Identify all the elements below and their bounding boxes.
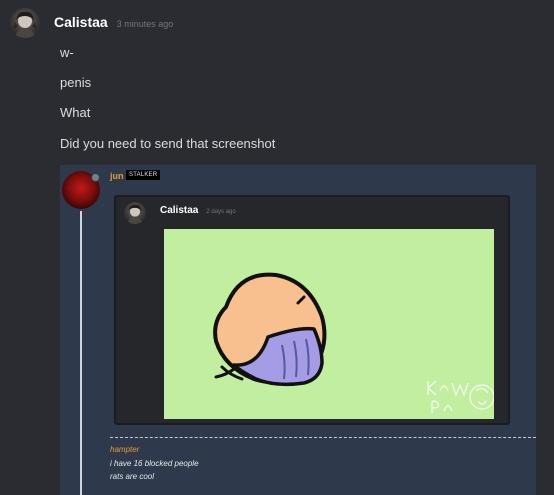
message-line: Did you need to send that screenshot <box>60 136 276 151</box>
inner-message-header: Calistaa 2 days ago <box>160 205 236 216</box>
message-line: What <box>60 105 91 120</box>
user-avatar-icon <box>13 11 37 38</box>
inner-avatar <box>124 202 146 224</box>
thread-line <box>80 211 82 495</box>
user-avatar-icon <box>127 204 143 224</box>
status-indicator <box>91 173 100 182</box>
screenshot-author-name: jun <box>110 171 124 181</box>
message-timestamp: 3 minutes ago <box>116 19 174 29</box>
divider <box>110 437 536 438</box>
author-name[interactable]: Calistaa <box>54 14 108 30</box>
image-attachment[interactable]: jun STALKER Calistaa 2 days ago hampter … <box>60 165 536 495</box>
drawing-image <box>164 229 494 419</box>
blob-drawing-icon <box>213 272 494 413</box>
avatar[interactable] <box>10 8 40 38</box>
inner-timestamp: 2 days ago <box>206 209 236 215</box>
inner-author-name: Calistaa <box>160 205 199 216</box>
inner-message-card: Calistaa 2 days ago <box>114 195 510 425</box>
quoted-line: rats are cool <box>110 472 155 481</box>
message-line: w- <box>60 45 74 60</box>
quoted-username: hampter <box>110 445 140 454</box>
message-header: Calistaa 3 minutes ago <box>54 14 173 30</box>
message-line: penis <box>60 75 92 90</box>
quoted-line: i have 16 blocked people <box>110 459 199 468</box>
role-badge: STALKER <box>126 170 161 180</box>
